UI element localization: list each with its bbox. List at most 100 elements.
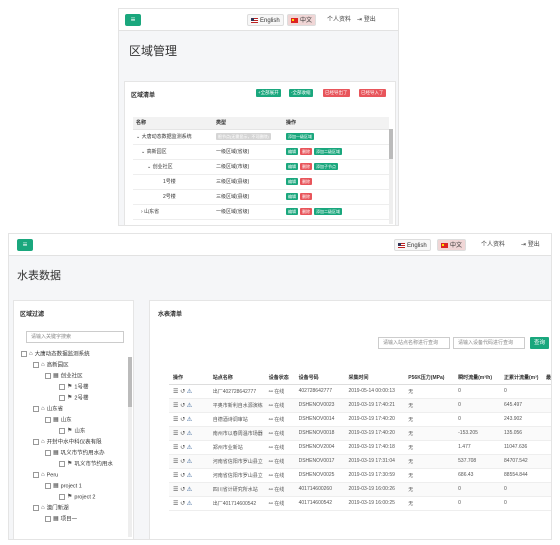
alert-icon[interactable]: ⚠ bbox=[187, 403, 192, 409]
tree-scrollbar[interactable] bbox=[128, 357, 132, 537]
tree-checkbox[interactable] bbox=[45, 516, 51, 522]
alert-icon[interactable]: ⚠ bbox=[187, 459, 192, 465]
menu-toggle-button[interactable]: ≡ bbox=[17, 239, 33, 251]
tree-node[interactable]: ⌂ Peru bbox=[33, 470, 58, 480]
history-icon[interactable]: ↺ bbox=[180, 487, 185, 493]
tree-checkbox[interactable] bbox=[45, 450, 51, 456]
tree-checkbox[interactable] bbox=[33, 472, 39, 478]
tree-node[interactable]: ▦ 巩义市节约用水办 bbox=[45, 448, 105, 458]
tree-checkbox[interactable] bbox=[59, 494, 65, 500]
edit-button[interactable]: 编辑 bbox=[286, 208, 298, 215]
language-chinese-button[interactable]: 中文 bbox=[437, 239, 467, 251]
scrollbar-thumb[interactable] bbox=[128, 357, 132, 407]
tree-checkbox[interactable] bbox=[33, 362, 39, 368]
tree-node[interactable]: ▦ 山东 bbox=[45, 415, 72, 425]
tree-node[interactable]: ▦ 项目一 bbox=[45, 514, 77, 524]
language-chinese-button[interactable]: 中文 bbox=[287, 14, 317, 26]
language-english-button[interactable]: English bbox=[394, 239, 431, 251]
region-search-input[interactable]: 请输入关键字搜索 bbox=[26, 331, 124, 343]
tree-checkbox[interactable] bbox=[45, 373, 51, 379]
import-region-button[interactable]: 已经导入了 bbox=[359, 89, 386, 97]
tree-node[interactable]: ⌂ 高新园区 bbox=[33, 360, 69, 370]
tree-node[interactable]: ▦ 创业社区 bbox=[45, 371, 83, 381]
alert-icon[interactable]: ⚠ bbox=[187, 501, 192, 507]
tree-node[interactable]: ⚑ 巩义市节约用水 bbox=[59, 459, 113, 469]
region-name-cell[interactable]: ⌄ 大唐动态数据监测系统 bbox=[133, 129, 213, 145]
tree-node[interactable]: ⚑ 山东 bbox=[59, 426, 85, 436]
list-icon[interactable]: ☰ bbox=[173, 389, 178, 395]
tree-checkbox[interactable] bbox=[59, 395, 65, 401]
delete-button[interactable]: 删除 bbox=[300, 148, 312, 155]
region-name-cell[interactable]: ⌄ 高新园区 bbox=[133, 144, 213, 160]
list-icon[interactable]: ☰ bbox=[173, 417, 178, 423]
tree-checkbox[interactable] bbox=[59, 384, 65, 390]
list-icon[interactable]: ☰ bbox=[173, 403, 178, 409]
delete-button[interactable]: 删除 bbox=[300, 208, 312, 215]
history-icon[interactable]: ↺ bbox=[180, 459, 185, 465]
alert-icon[interactable]: ⚠ bbox=[187, 473, 192, 479]
list-icon[interactable]: ☰ bbox=[173, 487, 178, 493]
tree-node[interactable]: ⚑ 2号楼 bbox=[59, 393, 88, 403]
region-name-cell[interactable]: › 山东省 bbox=[133, 204, 213, 220]
alert-icon[interactable]: ⚠ bbox=[187, 417, 192, 423]
alert-icon[interactable]: ⚠ bbox=[187, 389, 192, 395]
site-search-input[interactable]: 请输入站点名称进行查询 bbox=[378, 337, 450, 349]
add-child-button[interactable]: 添加子节点 bbox=[314, 163, 338, 170]
history-icon[interactable]: ↺ bbox=[180, 403, 185, 409]
tree-node[interactable]: ⌂ 山东省 bbox=[33, 404, 63, 414]
edit-button[interactable]: 编辑 bbox=[286, 193, 298, 200]
list-icon[interactable]: ☰ bbox=[173, 473, 178, 479]
tree-node[interactable]: ⚑ 1号楼 bbox=[59, 382, 88, 392]
alert-icon[interactable]: ⚠ bbox=[187, 431, 192, 437]
tree-checkbox[interactable] bbox=[33, 406, 39, 412]
column-header-flow: 瞬时流量(m³/h) bbox=[454, 371, 501, 385]
scrollbar-thumb[interactable] bbox=[389, 129, 393, 159]
delete-button[interactable]: 删除 bbox=[300, 193, 312, 200]
logout-link[interactable]: ⇥ 登出 bbox=[357, 14, 376, 26]
tree-checkbox[interactable] bbox=[59, 428, 65, 434]
add-level2-button[interactable]: 添加二级区域 bbox=[314, 208, 342, 215]
delete-button[interactable]: 删除 bbox=[300, 163, 312, 170]
tree-checkbox[interactable] bbox=[59, 461, 65, 467]
alert-icon[interactable]: ⚠ bbox=[187, 487, 192, 493]
list-icon[interactable]: ☰ bbox=[173, 445, 178, 451]
list-icon[interactable]: ☰ bbox=[173, 501, 178, 507]
tree-checkbox[interactable] bbox=[21, 351, 27, 357]
list-icon[interactable]: ☰ bbox=[173, 431, 178, 437]
export-region-button[interactable]: 已经导出了 bbox=[323, 89, 350, 97]
tree-node[interactable]: ⌂ 大唐动态数据监测系统 bbox=[21, 349, 90, 359]
tree-node[interactable]: ▦ project 1 bbox=[45, 481, 82, 491]
tree-checkbox[interactable] bbox=[45, 483, 51, 489]
tree-checkbox[interactable] bbox=[33, 439, 39, 445]
tree-node[interactable]: ⚑ project 2 bbox=[59, 492, 96, 502]
query-button[interactable]: 查询 bbox=[530, 337, 550, 349]
tree-node[interactable]: ⌂ 澳门新湖 bbox=[33, 503, 69, 513]
collapse-all-button[interactable]: -全部收缩 bbox=[289, 89, 313, 97]
history-icon[interactable]: ↺ bbox=[180, 431, 185, 437]
history-icon[interactable]: ↺ bbox=[180, 501, 185, 507]
expand-all-button[interactable]: +全部展开 bbox=[256, 89, 281, 97]
profile-link[interactable]: 个人资料 bbox=[481, 239, 505, 251]
language-english-button[interactable]: English bbox=[247, 14, 284, 26]
logout-link[interactable]: ⇥ 登出 bbox=[521, 239, 540, 251]
edit-button[interactable]: 编辑 bbox=[286, 178, 298, 185]
list-icon[interactable]: ☰ bbox=[173, 459, 178, 465]
history-icon[interactable]: ↺ bbox=[180, 417, 185, 423]
delete-button[interactable]: 删除 bbox=[300, 178, 312, 185]
table-scrollbar[interactable] bbox=[389, 129, 393, 224]
tree-checkbox[interactable] bbox=[33, 505, 39, 511]
history-icon[interactable]: ↺ bbox=[180, 473, 185, 479]
menu-toggle-button[interactable]: ≡ bbox=[125, 14, 141, 26]
region-name-cell[interactable]: ⌄ 创业社区 bbox=[133, 159, 213, 175]
tree-node[interactable]: ⌂ 开封中水中科仪表有限 bbox=[33, 437, 102, 447]
edit-button[interactable]: 编辑 bbox=[286, 163, 298, 170]
tree-checkbox[interactable] bbox=[45, 417, 51, 423]
profile-link[interactable]: 个人资料 bbox=[327, 14, 351, 26]
history-icon[interactable]: ↺ bbox=[180, 389, 185, 395]
edit-button[interactable]: 编辑 bbox=[286, 148, 298, 155]
add-level2-button[interactable]: 添加二级区域 bbox=[314, 148, 342, 155]
device-search-input[interactable]: 请输入设备代码进行查询 bbox=[453, 337, 525, 349]
alert-icon[interactable]: ⚠ bbox=[187, 445, 192, 451]
history-icon[interactable]: ↺ bbox=[180, 445, 185, 451]
add-level1-button[interactable]: 添加一级区域 bbox=[286, 133, 314, 140]
